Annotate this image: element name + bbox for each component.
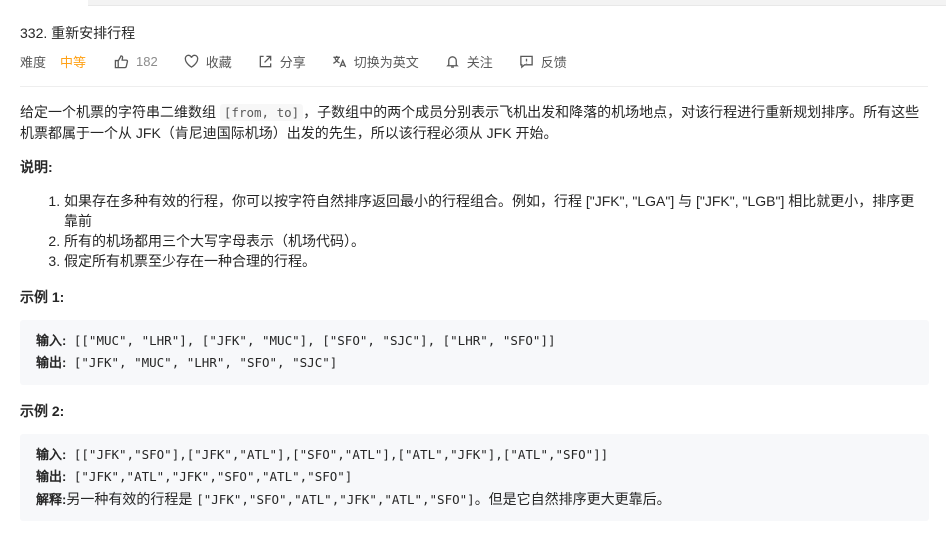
bell-icon [446,55,459,68]
problem-meta-bar: 难度 中等 182 收藏 分享 切换为英文 关注 反馈 [20,52,593,70]
notes-list: 如果存在多种有效的行程，你可以按字符自然排序返回最小的行程组合。例如，行程 ["… [20,191,925,271]
example-2-title: 示例 2: [20,403,65,419]
problem-title: 332. 重新安排行程 [20,25,136,41]
output-label: 输出: [36,469,67,484]
example-2-input: [["JFK","SFO"],["JFK","ATL"],["SFO","ATL… [66,447,609,462]
explain-text-b: 。但是它自然排序更大更靠后。 [474,491,671,507]
feedback-button[interactable]: 反馈 [519,52,567,71]
example-1-box: 输入: [["MUC", "LHR"], ["JFK", "MUC"], ["S… [20,320,929,385]
meta-divider [20,86,928,87]
share-label: 分享 [279,54,306,70]
follow-button[interactable]: 关注 [445,52,493,71]
problem-description: 给定一个机票的字符串二维数组 [from, to] ，子数组中的两个成员分别表示飞… [20,102,930,143]
translate-label: 切换为英文 [353,54,419,70]
output-label: 输出: [36,355,67,370]
note-item: 假定所有机票至少存在一种合理的行程。 [64,251,925,271]
difficulty-label: 难度 [20,54,47,70]
explain-text-a: 另一种有效的行程是 [66,491,197,507]
input-label: 输入: [36,333,67,348]
follow-label: 关注 [466,54,493,70]
explain-code: ["JFK","SFO","ATL","JFK","ATL","SFO"] [196,492,475,507]
example-2-explain-line: 解释:另一种有效的行程是 ["JFK","SFO","ATL","JFK","A… [36,488,913,511]
example-2-box: 输入: [["JFK","SFO"],["JFK","ATL"],["SFO",… [20,434,929,521]
feedback-label: 反馈 [540,54,567,70]
share-icon [259,55,272,67]
like-button[interactable]: 182 [114,54,158,69]
top-scroll-bar [88,0,946,6]
feedback-icon [520,55,533,69]
heart-icon [184,54,198,68]
example-1-output: ["JFK", "MUC", "LHR", "SFO", "SJC"] [66,355,338,370]
description-text-a: 给定一个机票的字符串二维数组 [20,104,220,120]
example-2-output-line: 输出: ["JFK","ATL","JFK","SFO","ATL","SFO"… [36,466,913,488]
example-1-title: 示例 1: [20,289,65,305]
thumbs-up-icon [114,54,129,68]
example-1-input-line: 输入: [["MUC", "LHR"], ["JFK", "MUC"], ["S… [36,330,913,352]
example-1-output-line: 输出: ["JFK", "MUC", "LHR", "SFO", "SJC"] [36,352,913,374]
share-button[interactable]: 分享 [258,52,306,71]
translate-icon [332,55,346,67]
example-2-output: ["JFK","ATL","JFK","SFO","ATL","SFO"] [66,469,353,484]
example-2-input-line: 输入: [["JFK","SFO"],["JFK","ATL"],["SFO",… [36,444,913,466]
note-item: 如果存在多种有效的行程，你可以按字符自然排序返回最小的行程组合。例如，行程 ["… [64,191,925,231]
collect-label: 收藏 [205,54,232,70]
like-count: 182 [136,53,158,69]
explain-label: 解释: [36,492,67,507]
input-label: 输入: [36,447,67,462]
notes-title: 说明: [20,159,53,175]
example-1-input: [["MUC", "LHR"], ["JFK", "MUC"], ["SFO",… [66,333,556,348]
inline-code-from-to: [from, to] [219,104,304,121]
description-paragraph: 给定一个机票的字符串二维数组 [from, to] ，子数组中的两个成员分别表示飞… [20,102,930,143]
collect-button[interactable]: 收藏 [184,52,232,71]
note-item: 所有的机场都用三个大写字母表示（机场代码）。 [64,231,925,251]
translate-button[interactable]: 切换为英文 [332,52,419,71]
difficulty-badge: 中等 [60,54,87,70]
